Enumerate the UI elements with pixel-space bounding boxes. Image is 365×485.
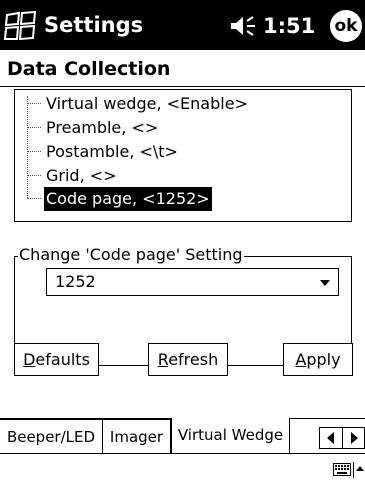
divider — [0, 86, 365, 87]
scroll-left-icon[interactable] — [320, 428, 343, 448]
page-title: Data Collection — [7, 58, 171, 80]
tree-item[interactable]: Preamble, <> — [15, 116, 345, 140]
menu-bar — [0, 453, 365, 485]
tree-item-label: Code page, <1252> — [43, 186, 213, 212]
keyboard-icon[interactable] — [333, 463, 351, 476]
tab-virtual-wedge[interactable]: Virtual Wedge — [171, 418, 290, 454]
tree-item[interactable]: Postamble, <\t> — [15, 140, 345, 164]
tab-imager[interactable]: Imager — [103, 419, 171, 454]
refresh-button[interactable]: Refresh — [148, 343, 228, 376]
defaults-button[interactable]: Defaults — [14, 343, 99, 376]
scroll-right-icon[interactable] — [343, 428, 365, 448]
tab-strip: Beeper/LED Imager Virtual Wedge — [0, 418, 365, 454]
tree-item-label: Postamble, <\t> — [46, 142, 178, 161]
tree-item[interactable]: Grid, <> — [15, 164, 345, 188]
tab-beeper-led[interactable]: Beeper/LED — [0, 419, 103, 454]
speaker-icon[interactable] — [229, 15, 259, 37]
code-page-value: 1252 — [55, 272, 96, 291]
tree-item-selected[interactable]: Code page, <1252> — [15, 186, 345, 212]
tab-scroll-control — [319, 427, 365, 449]
code-page-select[interactable]: 1252 — [46, 268, 339, 296]
tree-item-label: Grid, <> — [46, 166, 117, 185]
tree-item-label: Virtual wedge, <Enable> — [46, 94, 248, 113]
sip-up-arrow-icon[interactable] — [353, 462, 365, 478]
apply-button[interactable]: Apply — [283, 343, 353, 376]
title-bar: Settings 1:51 ok — [0, 0, 365, 50]
tree-item-label: Preamble, <> — [46, 118, 159, 137]
app-title: Settings — [44, 13, 144, 37]
clock[interactable]: 1:51 — [263, 12, 315, 40]
tree-item[interactable]: Virtual wedge, <Enable> — [15, 92, 345, 116]
setting-legend: Change 'Code page' Setting — [18, 243, 244, 267]
chevron-down-icon[interactable] — [320, 280, 330, 286]
settings-tree[interactable]: Virtual wedge, <Enable> Preamble, <> Pos… — [14, 89, 352, 222]
ok-button[interactable]: ok — [330, 10, 362, 42]
windows-start-icon[interactable] — [4, 11, 38, 41]
